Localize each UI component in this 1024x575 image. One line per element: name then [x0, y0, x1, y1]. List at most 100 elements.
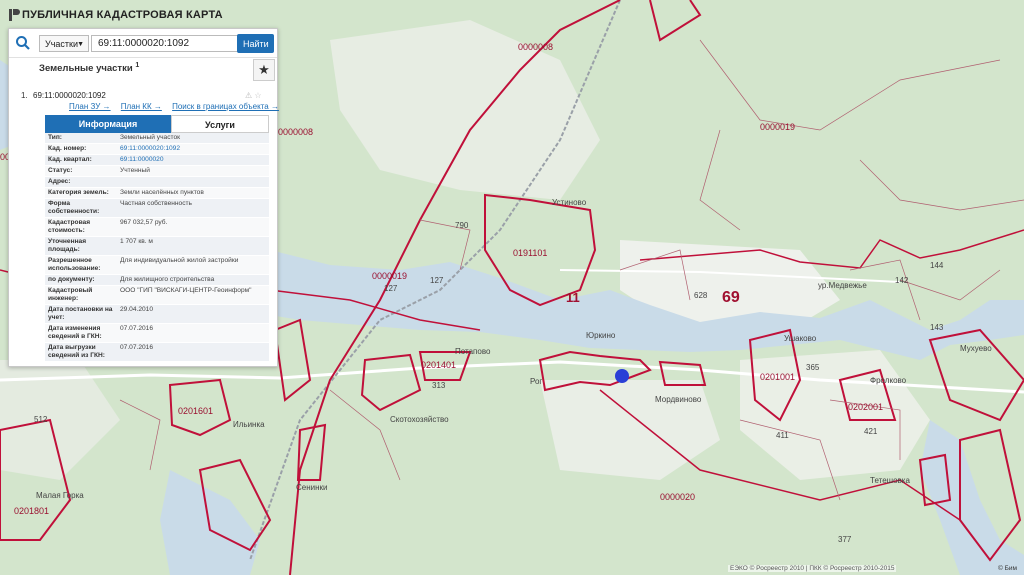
- bim-credit: © Бим: [998, 565, 1017, 572]
- info-value[interactable]: 69:11:0000020: [117, 154, 269, 166]
- result-links: План ЗУ → План КК → Поиск в границах объ…: [69, 102, 287, 111]
- app-title: ПУБЛИЧНАЯ КАДАСТРОВАЯ КАРТА: [22, 9, 223, 21]
- parcel-number: 628: [694, 291, 708, 300]
- info-value: [117, 176, 269, 188]
- parcel-number: 512: [34, 415, 48, 424]
- district-number: 69: [722, 289, 740, 306]
- cadastral-label: 0000008: [278, 127, 313, 137]
- info-value: 07.07.2016: [117, 323, 269, 343]
- info-value[interactable]: 69:11:0000020:1092: [117, 143, 269, 155]
- info-value: Частная собственность: [117, 198, 269, 218]
- place-name: Юркино: [586, 331, 616, 340]
- info-value: ООО "ГИП "ВИСКАГИ-ЦЕНТР-Геоинформ": [117, 285, 269, 305]
- parcel-number: 127: [430, 276, 444, 285]
- info-row: Уточненная площадь: 1 707 кв. м: [45, 236, 269, 256]
- search-input[interactable]: [91, 35, 239, 52]
- info-key: Дата изменения сведений в ГКН:: [45, 323, 117, 343]
- info-key: Категория земель:: [45, 187, 117, 199]
- parcel-number: 143: [930, 323, 944, 332]
- chevron-down-icon: ▼: [77, 41, 84, 48]
- info-row: Дата выгрузки сведений из ГКН: 07.07.2016: [45, 342, 269, 362]
- result-cad-number[interactable]: 69:11:0000020:1092: [33, 91, 106, 100]
- parcel-number: 411: [776, 431, 789, 440]
- place-name: Рог: [530, 377, 542, 386]
- parcel-number: 127: [384, 284, 398, 293]
- info-key: Кад. квартал:: [45, 154, 117, 166]
- info-key: Адрес:: [45, 176, 117, 188]
- plan-kk-link[interactable]: План КК →: [121, 102, 162, 111]
- parcel-number: 313: [432, 381, 446, 390]
- search-panel: Участки ▼ Найти Земельные участки 1 ★ 1.…: [8, 28, 279, 367]
- place-name: Устиново: [552, 198, 587, 207]
- cadastral-label: 0000019: [760, 122, 795, 132]
- info-key: по документу:: [45, 274, 117, 286]
- info-row: Адрес:: [45, 176, 269, 188]
- info-row: Тип: Земельный участок: [45, 133, 269, 144]
- parcel-number: 144: [930, 261, 944, 270]
- results-title-text: Земельные участки: [39, 63, 133, 75]
- cadastral-label: 0201801: [14, 506, 49, 516]
- info-value: Для индивидуальной жилой застройки: [117, 255, 269, 275]
- info-row: Дата изменения сведений в ГКН: 07.07.2016: [45, 323, 269, 343]
- place-name: Сенинки: [296, 483, 328, 492]
- place-name: Потапово: [455, 347, 491, 356]
- cadastral-label: 0202001: [848, 402, 883, 412]
- cadastral-label: 0201601: [178, 406, 213, 416]
- info-value: Земельный участок: [117, 133, 269, 144]
- parcel-number: 790: [455, 221, 469, 230]
- place-name: ур.Медвежье: [818, 281, 867, 290]
- app-header: ПУБЛИЧНАЯ КАДАСТРОВАЯ КАРТА: [0, 0, 1024, 30]
- info-key: Тип:: [45, 133, 117, 144]
- map-attribution: ЕЭКО © Росреестр 2010 | ПКК © Росреестр …: [728, 565, 897, 572]
- info-table: Тип: Земельный участок Кад. номер: 69:11:00…: [45, 133, 269, 362]
- info-key: Кадастровая стоимость:: [45, 217, 117, 237]
- info-key: Статус:: [45, 165, 117, 177]
- cadastral-label: 0201001: [760, 372, 795, 382]
- find-button[interactable]: Найти: [237, 34, 274, 53]
- search-type-select[interactable]: Участки ▼: [39, 35, 89, 52]
- info-value: 29.04.2010: [117, 304, 269, 324]
- search-icon[interactable]: [15, 35, 31, 51]
- info-key: Форма собственности:: [45, 198, 117, 218]
- cadastral-label: 0000008: [518, 42, 553, 52]
- info-row: по документу: Для жилищного строительства: [45, 274, 269, 286]
- plan-zu-link[interactable]: План ЗУ →: [69, 102, 111, 111]
- results-count: 1: [135, 62, 140, 69]
- rosreestr-logo-icon: [9, 9, 20, 21]
- info-row: Категория земель: Земли населённых пункто…: [45, 187, 269, 199]
- warning-icon: ⚠ ☆: [245, 91, 262, 100]
- info-row: Дата постановки на учет: 29.04.2010: [45, 304, 269, 324]
- place-name: Скотохозяйство: [390, 415, 449, 424]
- info-key: Дата постановки на учет:: [45, 304, 117, 324]
- search-type-label: Участки: [45, 39, 78, 49]
- result-tabs: Информация Услуги: [45, 115, 269, 133]
- search-in-bounds-link[interactable]: Поиск в границах объекта →: [172, 102, 279, 111]
- place-name: Ушаково: [784, 334, 817, 343]
- parcel-number: 142: [895, 276, 909, 285]
- cadastral-label: 0191101: [513, 248, 547, 258]
- selected-parcel-marker[interactable]: [615, 369, 629, 383]
- place-name: Мухуево: [960, 344, 992, 353]
- results-title: Земельные участки 1: [39, 62, 139, 74]
- info-row: Кад. номер: 69:11:0000020:1092: [45, 143, 269, 155]
- parcel-number: 377: [838, 535, 852, 544]
- info-row: Кадастровая стоимость: 967 032,57 руб.: [45, 217, 269, 237]
- info-value: Учтенный: [117, 165, 269, 177]
- place-name: Тетешовка: [870, 476, 910, 485]
- result-index: 1.: [21, 91, 28, 100]
- district-number: 11: [566, 290, 580, 305]
- tab-services[interactable]: Услуги: [171, 115, 269, 133]
- info-value: 1 707 кв. м: [117, 236, 269, 256]
- info-key: Кад. номер:: [45, 143, 117, 155]
- info-row: Кад. квартал: 69:11:0000020: [45, 154, 269, 166]
- info-value: Земли населённых пунктов: [117, 187, 269, 199]
- info-value: 967 032,57 руб.: [117, 217, 269, 237]
- place-name: Фролково: [870, 376, 907, 385]
- favorite-star-icon[interactable]: ★: [253, 59, 275, 81]
- tab-info[interactable]: Информация: [45, 115, 171, 133]
- info-value: 07.07.2016: [117, 342, 269, 362]
- place-name: Мордвиново: [655, 395, 702, 404]
- info-row: Статус: Учтенный: [45, 165, 269, 177]
- info-row: Разрешенное использование: Для индивидуал…: [45, 255, 269, 275]
- info-key: Разрешенное использование:: [45, 255, 117, 275]
